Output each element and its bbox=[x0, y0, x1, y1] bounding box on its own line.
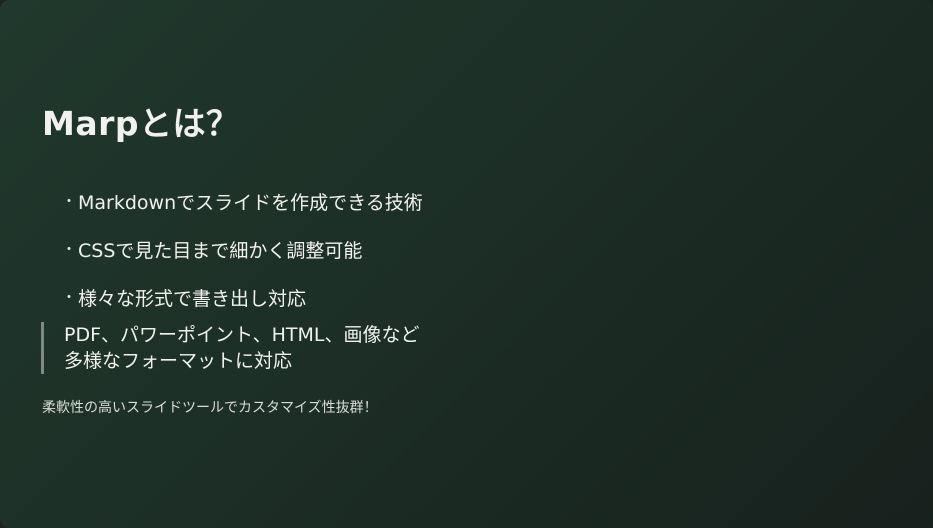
bullet-item: ・ Markdownでスライドを作成できる技術 bbox=[62, 177, 423, 225]
bullet-marker: ・ bbox=[62, 290, 76, 306]
bullet-list: ・ Markdownでスライドを作成できる技術 ・ CSSで見た目まで細かく調整… bbox=[62, 177, 423, 321]
bullet-text: 様々な形式で書き出し対応 bbox=[78, 287, 307, 310]
bullet-item: ・ 様々な形式で書き出し対応 bbox=[62, 273, 423, 321]
format-quote: PDF、パワーポイント、HTML、画像など 多様なフォーマットに対応 bbox=[41, 322, 420, 374]
bullet-text: Markdownでスライドを作成できる技術 bbox=[78, 191, 423, 214]
quote-line: PDF、パワーポイント、HTML、画像など bbox=[64, 324, 420, 346]
slide: Marpとは？ ・ Markdownでスライドを作成できる技術 ・ CSSで見た… bbox=[0, 0, 933, 528]
bullet-item: ・ CSSで見た目まで細かく調整可能 bbox=[62, 225, 423, 273]
footnote: 柔軟性の高いスライドツールでカスタマイズ性抜群！ bbox=[42, 400, 378, 416]
bullet-marker: ・ bbox=[62, 194, 76, 210]
bullet-marker: ・ bbox=[62, 242, 76, 258]
bullet-text: CSSで見た目まで細かく調整可能 bbox=[78, 239, 363, 262]
quote-line: 多様なフォーマットに対応 bbox=[64, 350, 293, 372]
slide-title: Marpとは？ bbox=[42, 104, 240, 143]
